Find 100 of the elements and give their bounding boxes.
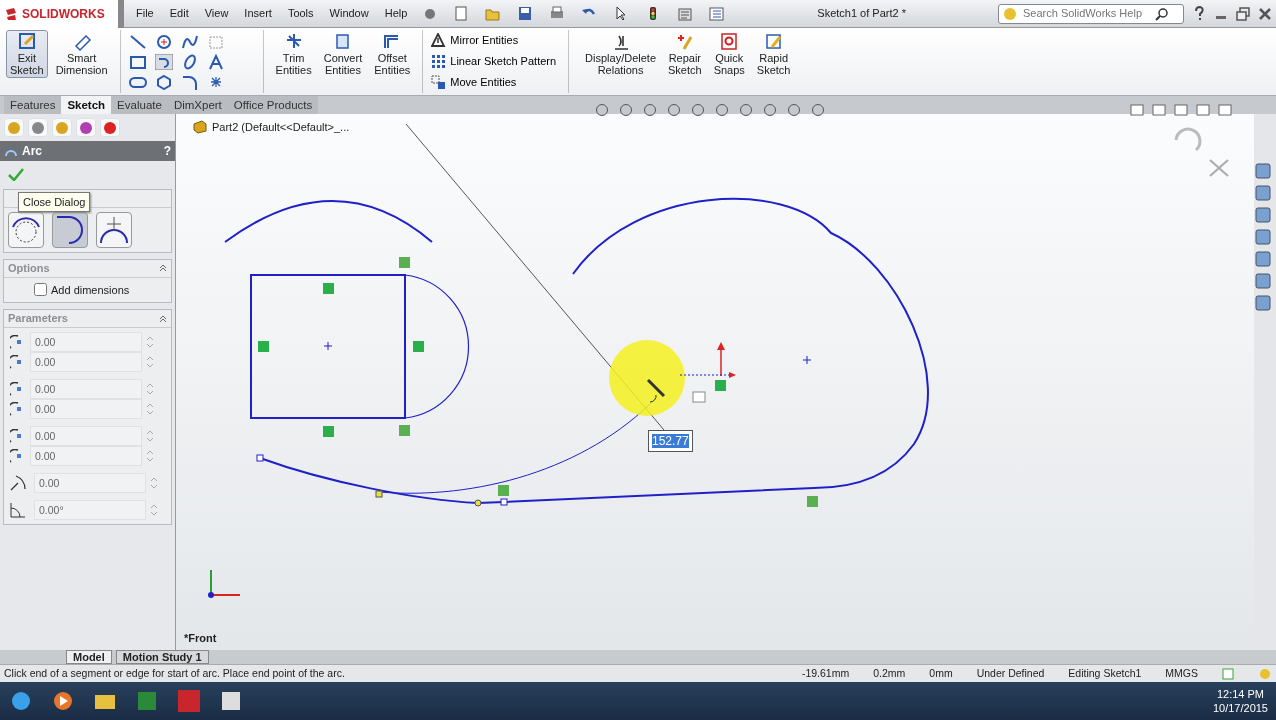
menu-item[interactable]: File: [128, 5, 162, 22]
center-mark-icon: [802, 355, 812, 365]
panel-title: Arc: [22, 143, 42, 161]
radius-icon: [10, 475, 26, 492]
quick-snaps-button[interactable]: Quick Snaps: [709, 30, 749, 78]
arc-type-button[interactable]: [96, 211, 132, 248]
line-icon[interactable]: [128, 34, 147, 50]
arc-type-button[interactable]: [52, 211, 88, 248]
search-box[interactable]: Search SolidWorks Help: [998, 3, 1184, 24]
circle-icon[interactable]: [154, 34, 173, 50]
bottom-tab[interactable]: Motion Study 1: [115, 650, 209, 664]
status-item: Editing Sketch1: [1068, 665, 1142, 681]
pattern-icon: [431, 54, 447, 69]
arc-icon: [55, 214, 85, 245]
arc-point-icon: [10, 335, 22, 350]
horizontal-relation-icon: [258, 341, 269, 352]
exit-sketch-button[interactable]: Exit Sketch: [6, 30, 48, 78]
tangent-relation-icon: [807, 496, 818, 507]
rotate-cursor-icon: [1174, 127, 1229, 177]
ribbon-tab[interactable]: DimXpert: [167, 96, 228, 114]
axis-triad-icon: [208, 569, 241, 598]
bottom-tab[interactable]: Model: [66, 650, 112, 664]
number-field[interactable]: 0.00: [30, 446, 142, 467]
number-field[interactable]: 0.00: [30, 399, 142, 420]
tangent-relation-icon: [498, 485, 509, 496]
save-icon[interactable]: [517, 5, 534, 22]
ribbon-item[interactable]: Linear Sketch Pattern: [431, 51, 557, 72]
status-prompt: Click end of a segment or edge for start of arc. Place end point of the arc.: [4, 665, 345, 681]
number-field[interactable]: 0.00: [30, 352, 142, 373]
tree-item[interactable]: Part2 (Default<<Default>_...: [212, 119, 350, 136]
logo-icon: [4, 6, 18, 21]
menu-item[interactable]: Insert: [236, 5, 280, 22]
status-item: MMGS: [1165, 665, 1198, 681]
new-document-icon[interactable]: [453, 5, 470, 22]
rapid-sketch-button[interactable]: Rapid Sketch: [752, 30, 795, 78]
tangent-arc-icon[interactable]: [154, 54, 173, 70]
checkbox-row[interactable]: Add dimensions: [4, 277, 171, 303]
rectangle-icon[interactable]: [128, 54, 147, 70]
ribbon-item[interactable]: Mirror Entities: [431, 30, 557, 51]
ribbon-tab[interactable]: Sketch: [61, 96, 112, 114]
tool-icon: [719, 32, 740, 52]
ribbon-tab[interactable]: Office Products: [227, 96, 319, 114]
convert-entities-button[interactable]: Convert Entities: [319, 30, 367, 78]
logo-text: SOLIDWORKS: [22, 5, 105, 23]
fillet-icon[interactable]: [180, 74, 199, 90]
window-title: Sketch1 of Part2 *: [817, 6, 906, 22]
ribbon-item[interactable]: Move Entities: [431, 72, 557, 93]
part-icon[interactable]: [192, 120, 208, 135]
tangent-relation-icon: [399, 425, 410, 436]
endpoint-icon: [256, 454, 264, 462]
arc-point-icon: [10, 429, 22, 444]
offset-entities-button[interactable]: Offset Entities: [370, 30, 415, 78]
tool-icon: [763, 32, 784, 52]
text-icon[interactable]: [206, 54, 225, 70]
menu-item[interactable]: Window: [321, 5, 377, 22]
angle-icon: [10, 502, 26, 519]
number-field[interactable]: 0.00: [30, 379, 142, 400]
collapse-icon[interactable]: [159, 314, 167, 323]
menu-item[interactable]: Help: [376, 5, 416, 22]
arc-point-icon: [10, 355, 22, 370]
number-field[interactable]: 0.00: [34, 473, 146, 494]
ribbon-tab[interactable]: Evaluate: [111, 96, 168, 114]
smart-dimension-button[interactable]: Smart Dimension: [51, 30, 112, 78]
tooltip: Close Dialog: [18, 191, 91, 213]
view-label: *Front: [184, 630, 217, 646]
number-field[interactable]: 0.00: [30, 332, 142, 353]
dimension-field[interactable]: 152.77: [648, 430, 693, 452]
status-item: 0mm: [929, 665, 953, 681]
arc-type-button[interactable]: [8, 211, 44, 248]
slot-icon[interactable]: [128, 74, 147, 90]
ok-check-icon[interactable]: [8, 167, 24, 182]
menu-item[interactable]: Edit: [161, 5, 197, 22]
number-field[interactable]: 0.00°: [34, 500, 146, 521]
help-button[interactable]: ?: [163, 142, 171, 161]
endpoint-icon: [375, 490, 383, 498]
status-item: 0.2mm: [873, 665, 906, 681]
collapse-icon[interactable]: [159, 264, 167, 273]
taskbar-clock[interactable]: 12:14 PM 10/17/2015: [1212, 687, 1268, 715]
checkbox[interactable]: [34, 283, 47, 297]
midpoint-icon: [474, 499, 482, 507]
arc-point-icon: [10, 402, 22, 417]
display-delete-relations-button[interactable]: Display/Delete Relations: [581, 30, 660, 78]
inference-arrows: [679, 342, 736, 378]
status-item: Under Defined: [976, 665, 1045, 681]
number-field[interactable]: 0.00: [30, 426, 142, 447]
ribbon-tab[interactable]: Features: [4, 96, 62, 114]
spline-icon[interactable]: [180, 34, 199, 50]
polygon-icon[interactable]: [154, 74, 173, 90]
horizontal-relation-icon: [413, 341, 424, 352]
menu-item[interactable]: View: [196, 5, 237, 22]
menu-item[interactable]: Tools: [279, 5, 322, 22]
trim-entities-button[interactable]: Trim Entities: [271, 30, 316, 78]
section-title: Parameters: [8, 311, 68, 327]
horizontal-relation-icon: [323, 283, 334, 294]
repair-sketch-button[interactable]: Repair Sketch: [664, 30, 706, 78]
endpoint-icon: [500, 498, 508, 506]
list-icon[interactable]: [709, 5, 726, 22]
search-field[interactable]: Search SolidWorks Help: [1021, 4, 1151, 23]
pencil-cursor-icon: [646, 378, 666, 403]
arc-icon: [99, 214, 129, 245]
